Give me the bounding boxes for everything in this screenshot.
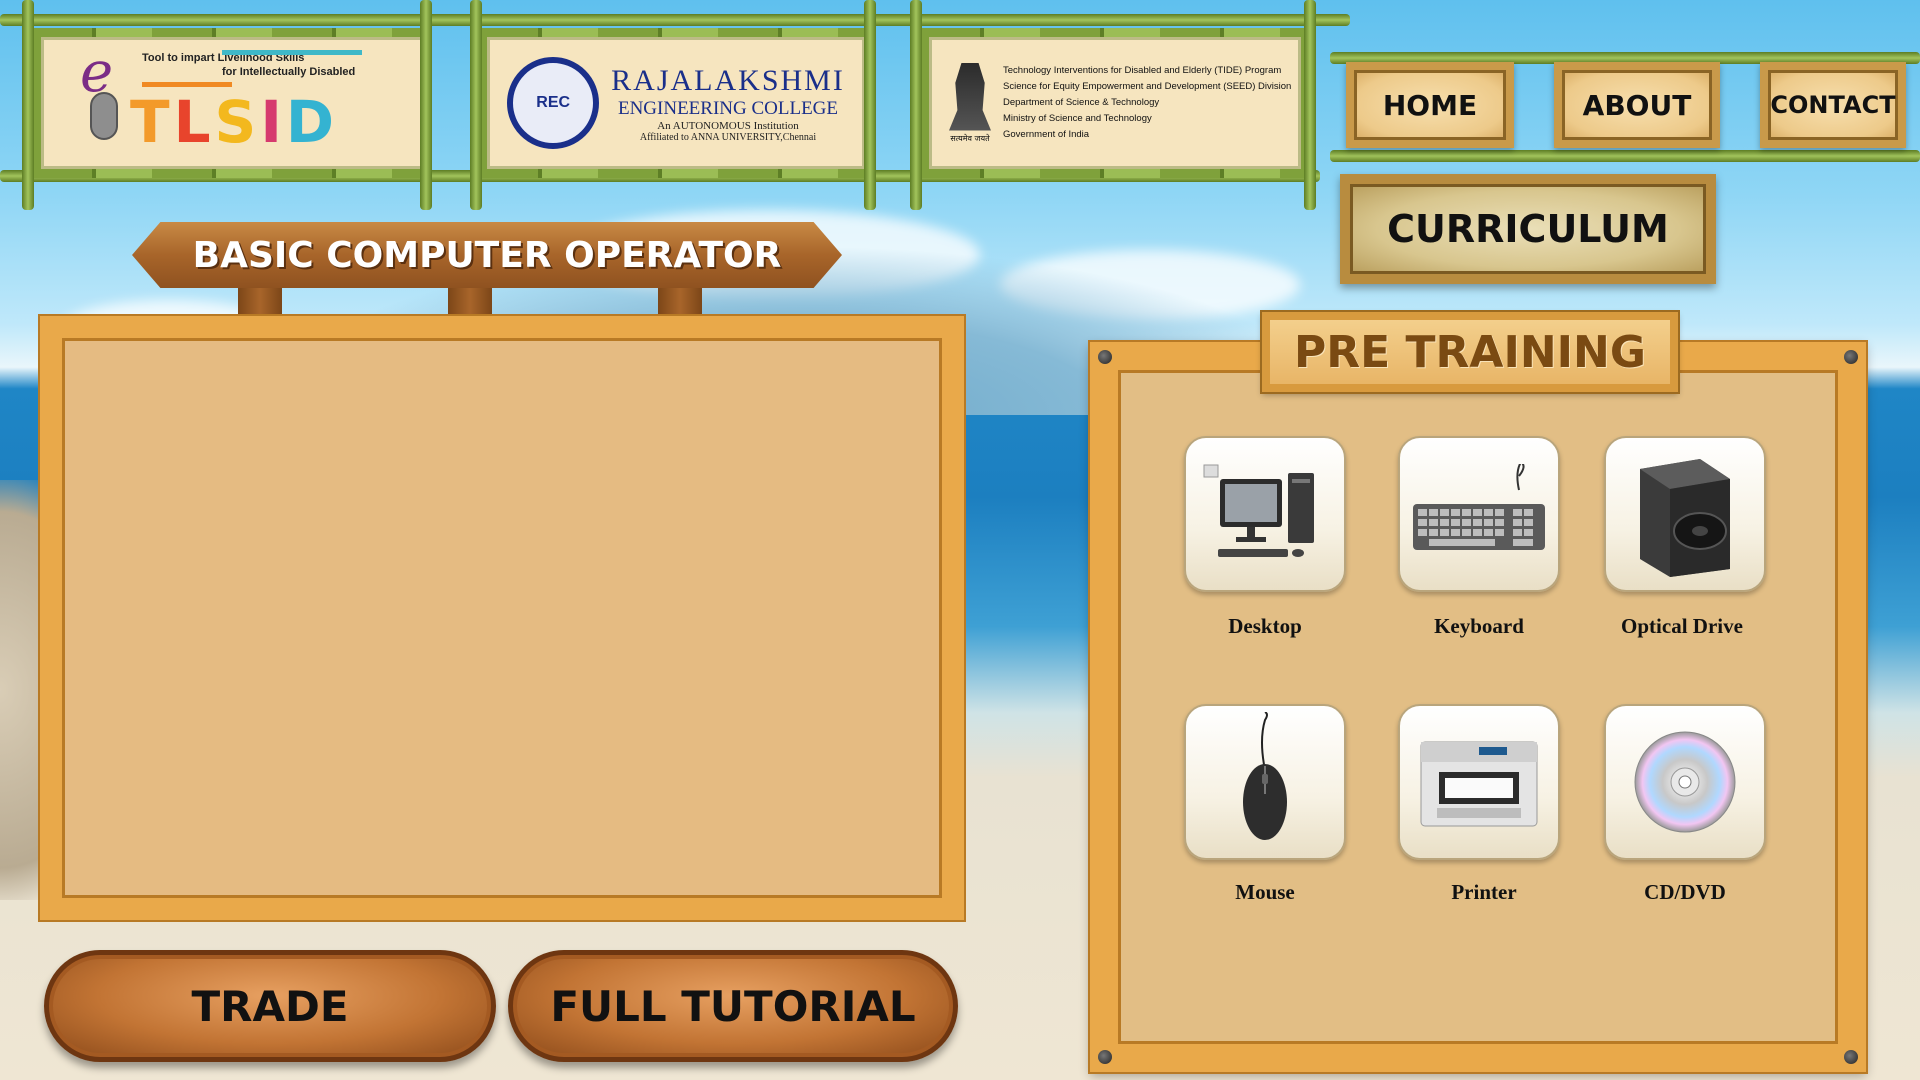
contact-button[interactable]: CONTACT	[1760, 62, 1906, 148]
keyboard-label: Keyboard	[1434, 614, 1524, 638]
cd-dvd-tile[interactable]	[1604, 704, 1766, 860]
printer-icon	[1420, 741, 1538, 827]
rec-emblem-icon: REC	[507, 57, 600, 149]
pre-training-title: PRE TRAINING	[1262, 312, 1678, 392]
mouse-icon	[1243, 712, 1287, 840]
cd-dvd-icon	[1634, 731, 1736, 833]
gov-logo: सत्यमेव जयते Technology Interventions fo…	[920, 28, 1310, 178]
tlsid-tagline-2: for Intellectually Disabled	[222, 66, 356, 78]
gov-line-4: Ministry of Science and Technology	[1003, 113, 1152, 124]
home-button[interactable]: HOME	[1346, 62, 1514, 148]
tlsid-logo: e Tool to impart Livelihood Skills for I…	[32, 28, 432, 178]
content-display-board	[40, 316, 964, 920]
optical-drive-tile[interactable]	[1604, 436, 1766, 592]
rec-name: RAJALAKSHMI	[611, 63, 845, 97]
about-button[interactable]: ABOUT	[1554, 62, 1720, 148]
national-emblem-icon	[949, 62, 991, 131]
gov-line-2: Science for Equity Empowerment and Devel…	[1003, 81, 1292, 92]
course-title-sign: BASIC COMPUTER OPERATOR	[132, 222, 842, 288]
curriculum-button[interactable]: CURRICULUM	[1340, 174, 1716, 284]
optical-drive-icon	[1640, 459, 1730, 577]
trade-button[interactable]: TRADE	[44, 950, 496, 1062]
mouse-label: Mouse	[1235, 880, 1295, 904]
printer-tile[interactable]	[1398, 704, 1560, 860]
emblem-motto: सत्यमेव जयते	[950, 133, 990, 143]
full-tutorial-button[interactable]: FULL TUTORIAL	[508, 950, 958, 1062]
rec-affiliation: Affiliated to ANNA UNIVERSITY,Chennai	[639, 131, 817, 143]
gov-line-3: Department of Science & Technology	[1003, 97, 1160, 108]
gov-line-5: Government of India	[1003, 129, 1090, 140]
optical-drive-label: Optical Drive	[1621, 614, 1743, 638]
mouse-logo-icon	[90, 92, 118, 140]
desktop-computer-icon	[1203, 464, 1314, 557]
desktop-label: Desktop	[1228, 614, 1302, 638]
rec-subname: ENGINEERING COLLEGE	[617, 97, 839, 119]
tlsid-wordmark: TLSID	[130, 88, 339, 156]
keyboard-icon	[1413, 464, 1545, 550]
cd-dvd-label: CD/DVD	[1644, 880, 1726, 904]
printer-label: Printer	[1451, 880, 1517, 904]
rec-autonomous: An AUTONOMOUS Institution	[657, 119, 799, 132]
gov-line-1: Technology Interventions for Disabled an…	[1003, 65, 1282, 76]
keyboard-tile[interactable]	[1398, 436, 1560, 592]
mouse-tile[interactable]	[1184, 704, 1346, 860]
rec-logo: REC RAJALAKSHMI ENGINEERING COLLEGE An A…	[478, 28, 874, 178]
desktop-tile[interactable]	[1184, 436, 1346, 592]
